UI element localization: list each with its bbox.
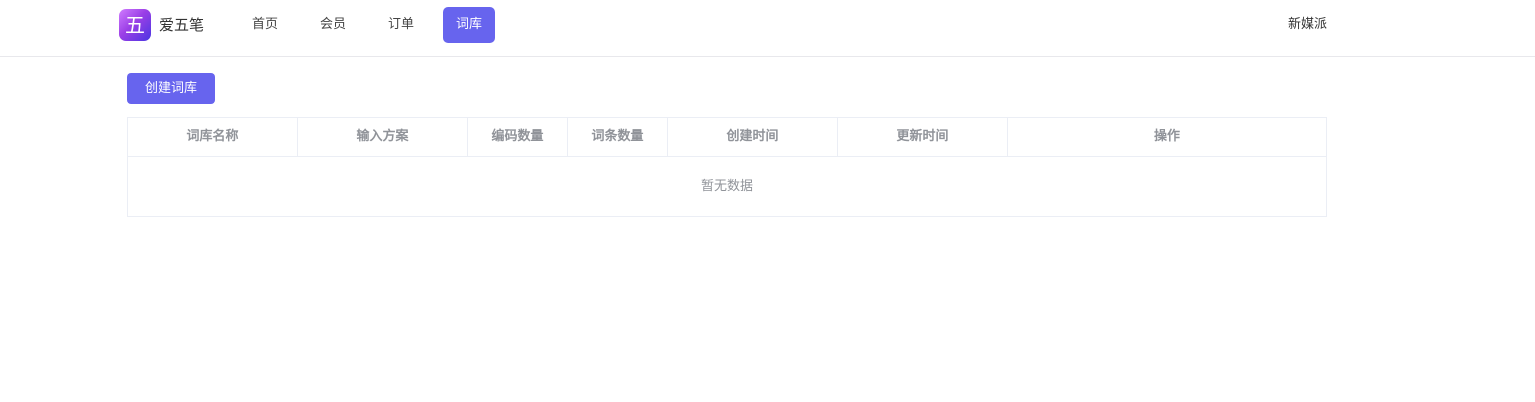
- dictionary-table: 词库名称 输入方案 编码数量 词条数量 创建时间 更新时间 操作 暂无数据: [127, 117, 1327, 217]
- column-header-actions: 操作: [1153, 129, 1180, 144]
- table-empty-text: 暂无数据: [700, 179, 753, 194]
- nav-item-orders[interactable]: 订单: [373, 7, 429, 43]
- column-header-input-scheme: 输入方案: [298, 118, 468, 156]
- column-header-entry-count: 词条数量: [568, 118, 668, 156]
- user-name-menu[interactable]: 新媒派: [1288, 15, 1327, 35]
- nav-item-membership[interactable]: 会员: [305, 7, 361, 43]
- column-header-code-count: 编码数量: [468, 118, 568, 156]
- column-header-dictionary-name: 词库名称: [128, 118, 298, 156]
- column-header-created-time: 创建时间: [668, 118, 838, 156]
- nav-item-home[interactable]: 首页: [237, 7, 293, 43]
- app-name[interactable]: 爱五笔: [159, 15, 204, 35]
- top-navbar: 五 爱五笔 首页 会员 订单 词库 新媒派: [0, 0, 1535, 57]
- table-header: 词库名称 输入方案 编码数量 词条数量 创建时间 更新时间 操作: [128, 118, 1326, 157]
- column-header-updated-time: 更新时间: [838, 118, 1008, 156]
- create-dictionary-button[interactable]: 创建词库: [127, 73, 215, 104]
- app-logo-icon[interactable]: 五: [119, 9, 151, 41]
- nav-item-dictionary[interactable]: 词库: [443, 7, 495, 43]
